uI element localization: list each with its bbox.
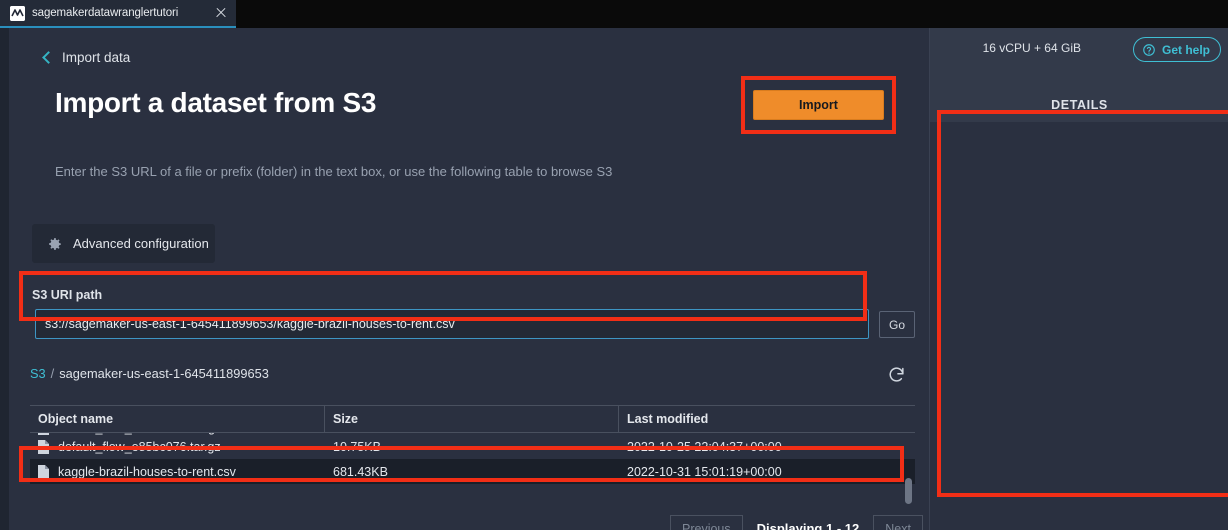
pagination-info: Displaying 1 - 12 (743, 515, 874, 530)
cell-last-modified: 2022-10-25 22:03:31+00:00 (619, 433, 915, 435)
cell-object-name-text: default_flow_e85bc076.tar.gz (58, 440, 221, 454)
highlight-box-s3-uri (19, 271, 867, 321)
get-help-button[interactable]: Get help (1133, 37, 1221, 62)
details-heading: DETAILS (930, 98, 1228, 112)
question-circle-icon (1142, 43, 1156, 57)
file-icon (38, 433, 49, 435)
cell-size: 10.75KB (325, 433, 619, 435)
get-help-label: Get help (1162, 43, 1210, 57)
breadcrumb: S3 / sagemaker-us-east-1-645411899653 (30, 366, 269, 381)
column-header-size[interactable]: Size (325, 406, 619, 432)
column-header-object-name[interactable]: Object name (30, 406, 325, 432)
refresh-icon[interactable] (887, 365, 906, 384)
cell-object-name-text: kaggle-brazil-houses-to-rent.csv (58, 465, 236, 479)
page-subtitle: Enter the S3 URL of a file or prefix (fo… (55, 164, 612, 179)
cell-size: 10.75KB (325, 440, 619, 454)
previous-page-button[interactable]: Previous (670, 515, 743, 530)
cell-last-modified: 2022-10-31 15:01:19+00:00 (619, 465, 915, 479)
cell-object-name-text: default_flow_da342613.tar.gz (58, 433, 221, 435)
instance-spec-label: 16 vCPU + 64 GiB (983, 41, 1081, 55)
advanced-configuration-label: Advanced configuration (73, 236, 209, 251)
next-page-button[interactable]: Next (873, 515, 923, 530)
chevron-left-icon (42, 51, 55, 64)
breadcrumb-bucket: sagemaker-us-east-1-645411899653 (59, 366, 269, 381)
cell-object-name: default_flow_da342613.tar.gz (30, 433, 325, 435)
s3-objects-table: Object name Size Last modified default_f… (30, 405, 915, 509)
gear-icon (45, 235, 63, 253)
column-header-last-modified[interactable]: Last modified (619, 406, 915, 432)
details-panel: 16 vCPU + 64 GiB Get help DETAILS Name (929, 28, 1228, 530)
left-rail (0, 28, 9, 530)
table-header-row: Object name Size Last modified (30, 405, 915, 433)
cell-last-modified: 2022-10-25 22:04:37+00:00 (619, 440, 915, 454)
app-window: sagemakerdatawranglertutori Import data … (0, 0, 1228, 530)
back-link-label: Import data (62, 50, 130, 65)
file-icon (38, 440, 49, 454)
advanced-configuration-button[interactable]: Advanced configuration (32, 224, 215, 263)
go-button[interactable]: Go (879, 311, 915, 338)
back-to-import-data-link[interactable]: Import data (44, 50, 130, 65)
page-title: Import a dataset from S3 (55, 87, 376, 119)
sagemaker-logo-icon (10, 6, 25, 21)
import-button[interactable]: Import (753, 90, 884, 120)
breadcrumb-separator: / (51, 366, 55, 381)
table-row[interactable]: default_flow_e85bc076.tar.gz 10.75KB 202… (30, 434, 915, 459)
details-panel-header: 16 vCPU + 64 GiB Get help DETAILS (930, 28, 1228, 122)
table-body: default_flow_da342613.tar.gz 10.75KB 202… (30, 433, 915, 509)
cell-object-name: default_flow_e85bc076.tar.gz (30, 440, 325, 454)
table-row-selected[interactable]: kaggle-brazil-houses-to-rent.csv 681.43K… (30, 459, 915, 484)
close-icon[interactable] (214, 6, 228, 20)
cell-size: 681.43KB (325, 465, 619, 479)
browser-tab-title: sagemakerdatawranglertutori (32, 7, 207, 19)
table-row[interactable]: default_flow_da342613.tar.gz 10.75KB 202… (30, 433, 915, 434)
browser-tab[interactable]: sagemakerdatawranglertutori (0, 0, 236, 28)
pagination: Previous Displaying 1 - 12 Next (670, 515, 923, 530)
table-scrollbar-thumb[interactable] (905, 478, 912, 504)
file-icon (38, 465, 49, 479)
browser-tab-strip: sagemakerdatawranglertutori (0, 0, 1228, 28)
breadcrumb-root[interactable]: S3 (30, 366, 46, 381)
cell-object-name: kaggle-brazil-houses-to-rent.csv (30, 465, 325, 479)
